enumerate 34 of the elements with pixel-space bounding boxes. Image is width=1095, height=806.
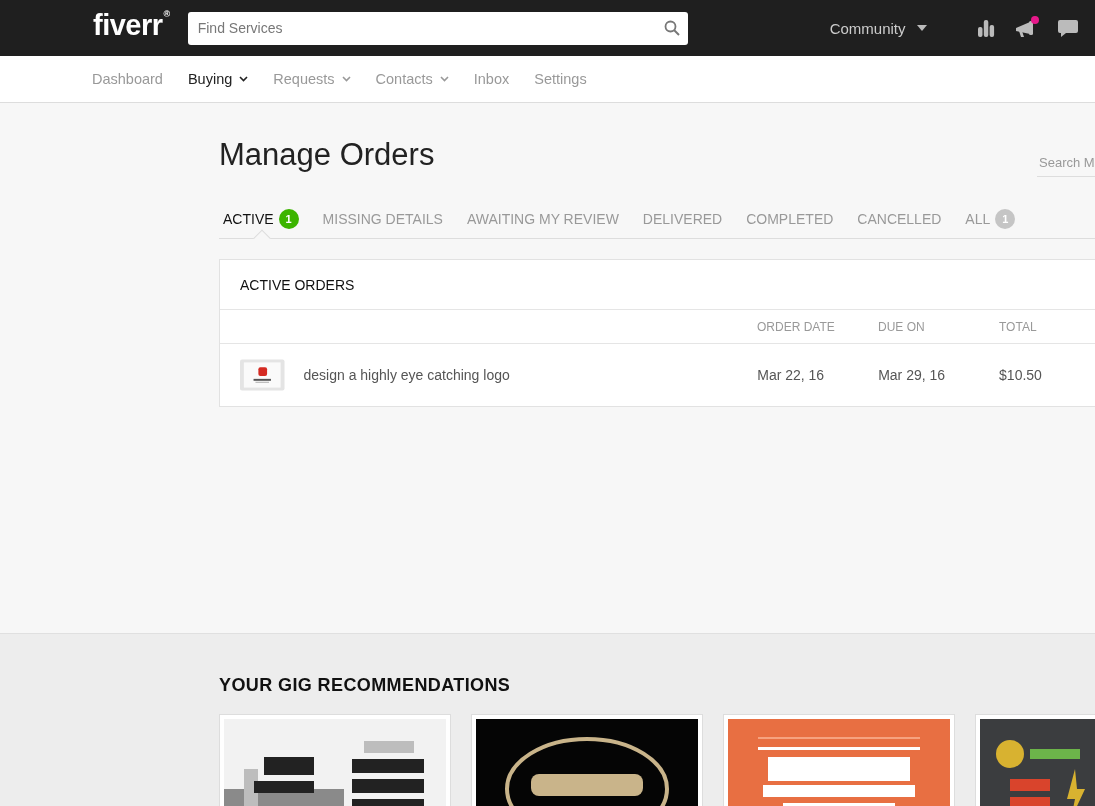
column-header: TOTAL — [999, 319, 1038, 334]
megaphone-icon[interactable] — [1013, 16, 1040, 40]
caret-icon — [916, 25, 927, 31]
nav-item[interactable]: Requests — [273, 71, 351, 87]
page-title: Manage Orders — [219, 137, 436, 173]
count-badge: 1 — [995, 209, 1016, 229]
table-cell-text: $10.50 — [999, 367, 1043, 383]
nav-item[interactable]: Contacts — [375, 71, 449, 87]
nav-item[interactable]: Buying — [187, 71, 249, 87]
section-title: YOUR GIG RECOMMENDATIONS — [219, 675, 512, 696]
speech-bubble-icon[interactable] — [1057, 18, 1078, 38]
tab[interactable]: MISSING DETAILS — [322, 207, 443, 231]
order-search-field[interactable]: Search M — [1037, 151, 1095, 177]
tab[interactable]: COMPLETED — [746, 207, 834, 231]
nav-item[interactable]: Dashboard — [92, 71, 163, 87]
tab[interactable]: ACTIVE 1 — [223, 207, 299, 231]
tab[interactable]: DELIVERED — [642, 207, 723, 231]
column-header: ORDER DATE — [756, 319, 836, 334]
search-field[interactable]: Find Services — [187, 11, 688, 45]
community-menu[interactable]: Community — [829, 19, 927, 37]
fiverr-logo[interactable]: fiverr$^{®}$ — [93, 10, 170, 40]
column-header: DUE ON — [878, 319, 926, 334]
table-cell-text: Mar 22, 16 — [757, 367, 826, 383]
table-cell-text: Mar 29, 16 — [878, 367, 947, 383]
nav-item[interactable]: Settings — [534, 71, 587, 87]
table-title: ACTIVE ORDERS — [220, 260, 1095, 310]
tab[interactable]: ALL 1 — [965, 207, 1016, 231]
count-badge: 1 — [278, 209, 299, 229]
bar-chart-icon[interactable] — [976, 19, 995, 37]
tab[interactable]: CANCELLED — [857, 207, 942, 231]
nav-item[interactable]: Inbox — [473, 71, 510, 87]
tab[interactable]: AWAITING MY REVIEW — [466, 207, 619, 231]
search-icon[interactable] — [663, 19, 680, 36]
gig-title[interactable]: design a highly eye catching logo — [303, 367, 758, 383]
